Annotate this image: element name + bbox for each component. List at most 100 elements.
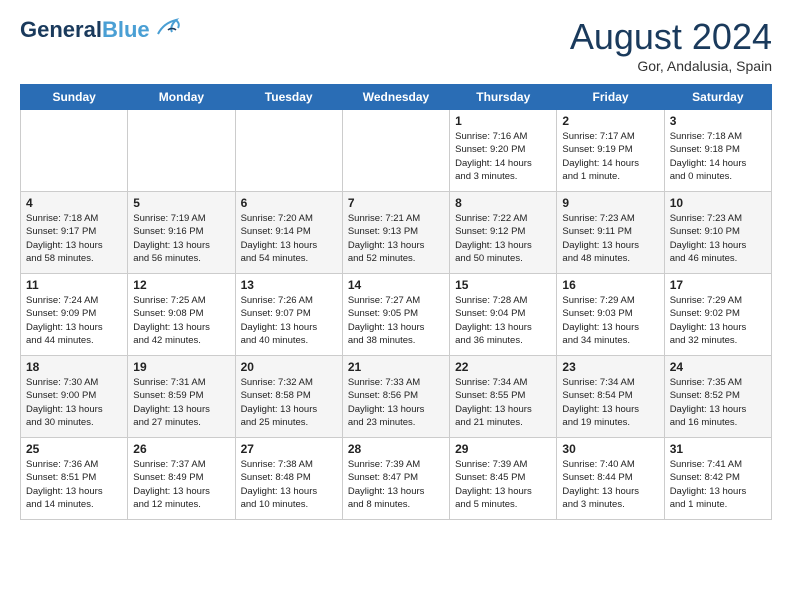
- day-info: Sunrise: 7:33 AM Sunset: 8:56 PM Dayligh…: [348, 376, 444, 429]
- day-number: 21: [348, 360, 444, 374]
- day-number: 30: [562, 442, 658, 456]
- table-row: 31Sunrise: 7:41 AM Sunset: 8:42 PM Dayli…: [664, 438, 771, 520]
- day-info: Sunrise: 7:29 AM Sunset: 9:03 PM Dayligh…: [562, 294, 658, 347]
- day-info: Sunrise: 7:34 AM Sunset: 8:55 PM Dayligh…: [455, 376, 551, 429]
- day-info: Sunrise: 7:21 AM Sunset: 9:13 PM Dayligh…: [348, 212, 444, 265]
- header: GeneralBlue August 2024 Gor, Andalusia, …: [20, 16, 772, 74]
- table-row: 24 Sunrise: 7:35 AM Sunset: 8:52 PM Dayli…: [664, 356, 771, 438]
- page: GeneralBlue August 2024 Gor, Andalusia, …: [0, 0, 792, 530]
- table-row: 1 Sunrise: 7:16 AM Sunset: 9:20 PM Daylig…: [450, 110, 557, 192]
- week-row-1: 1 Sunrise: 7:16 AM Sunset: 9:20 PM Daylig…: [21, 110, 772, 192]
- day-info: Sunrise: 7:38 AM Sunset: 8:48 PM Dayligh…: [241, 458, 337, 511]
- day-info: Sunrise: 7:39 AM Sunset: 8:47 PM Dayligh…: [348, 458, 444, 511]
- day-info: Sunrise: 7:23 AM Sunset: 9:10 PM Dayligh…: [670, 212, 766, 265]
- day-info: Sunrise: 7:37 AM Sunset: 8:49 PM Dayligh…: [133, 458, 229, 511]
- day-number: 17: [670, 278, 766, 292]
- table-row: 13 Sunrise: 7:26 AM Sunset: 9:07 PM Dayli…: [235, 274, 342, 356]
- day-info: Sunrise: 7:16 AM Sunset: 9:20 PM Dayligh…: [455, 130, 551, 183]
- logo-bird-icon: [154, 16, 182, 43]
- table-row: 6Sunrise: 7:20 AM Sunset: 9:14 PM Daylig…: [235, 192, 342, 274]
- col-sunday: Sunday: [21, 85, 128, 110]
- day-info: Sunrise: 7:40 AM Sunset: 8:44 PM Dayligh…: [562, 458, 658, 511]
- day-info: Sunrise: 7:28 AM Sunset: 9:04 PM Dayligh…: [455, 294, 551, 347]
- week-row-3: 11 Sunrise: 7:24 AM Sunset: 9:09 PM Dayli…: [21, 274, 772, 356]
- day-number: 15: [455, 278, 551, 292]
- table-row: 18 Sunrise: 7:30 AM Sunset: 9:00 PM Dayli…: [21, 356, 128, 438]
- table-row: [342, 110, 449, 192]
- table-row: 10 Sunrise: 7:23 AM Sunset: 9:10 PM Dayli…: [664, 192, 771, 274]
- day-info: Sunrise: 7:18 AM Sunset: 9:17 PM Dayligh…: [26, 212, 122, 265]
- header-row: Sunday Monday Tuesday Wednesday Thursday…: [21, 85, 772, 110]
- table-row: 11 Sunrise: 7:24 AM Sunset: 9:09 PM Dayli…: [21, 274, 128, 356]
- table-row: 16Sunrise: 7:29 AM Sunset: 9:03 PM Dayli…: [557, 274, 664, 356]
- day-number: 27: [241, 442, 337, 456]
- day-number: 8: [455, 196, 551, 210]
- day-number: 5: [133, 196, 229, 210]
- day-info: Sunrise: 7:20 AM Sunset: 9:14 PM Dayligh…: [241, 212, 337, 265]
- title-block: August 2024 Gor, Andalusia, Spain: [570, 16, 772, 74]
- table-row: 26 Sunrise: 7:37 AM Sunset: 8:49 PM Dayli…: [128, 438, 235, 520]
- week-row-4: 18 Sunrise: 7:30 AM Sunset: 9:00 PM Dayli…: [21, 356, 772, 438]
- table-row: 27 Sunrise: 7:38 AM Sunset: 8:48 PM Dayli…: [235, 438, 342, 520]
- day-number: 25: [26, 442, 122, 456]
- day-info: Sunrise: 7:32 AM Sunset: 8:58 PM Dayligh…: [241, 376, 337, 429]
- day-number: 22: [455, 360, 551, 374]
- day-number: 18: [26, 360, 122, 374]
- day-number: 26: [133, 442, 229, 456]
- table-row: [21, 110, 128, 192]
- day-info: Sunrise: 7:26 AM Sunset: 9:07 PM Dayligh…: [241, 294, 337, 347]
- day-number: 3: [670, 114, 766, 128]
- calendar-table: Sunday Monday Tuesday Wednesday Thursday…: [20, 84, 772, 520]
- col-wednesday: Wednesday: [342, 85, 449, 110]
- day-info: Sunrise: 7:23 AM Sunset: 9:11 PM Dayligh…: [562, 212, 658, 265]
- day-number: 12: [133, 278, 229, 292]
- week-row-5: 25 Sunrise: 7:36 AM Sunset: 8:51 PM Dayli…: [21, 438, 772, 520]
- table-row: 4 Sunrise: 7:18 AM Sunset: 9:17 PM Daylig…: [21, 192, 128, 274]
- month-year: August 2024: [570, 16, 772, 58]
- col-tuesday: Tuesday: [235, 85, 342, 110]
- day-info: Sunrise: 7:35 AM Sunset: 8:52 PM Dayligh…: [670, 376, 766, 429]
- col-thursday: Thursday: [450, 85, 557, 110]
- day-info: Sunrise: 7:41 AM Sunset: 8:42 PM Dayligh…: [670, 458, 766, 511]
- day-info: Sunrise: 7:36 AM Sunset: 8:51 PM Dayligh…: [26, 458, 122, 511]
- logo-general: GeneralBlue: [20, 17, 150, 43]
- table-row: 20Sunrise: 7:32 AM Sunset: 8:58 PM Dayli…: [235, 356, 342, 438]
- day-info: Sunrise: 7:24 AM Sunset: 9:09 PM Dayligh…: [26, 294, 122, 347]
- day-info: Sunrise: 7:22 AM Sunset: 9:12 PM Dayligh…: [455, 212, 551, 265]
- day-number: 11: [26, 278, 122, 292]
- day-number: 4: [26, 196, 122, 210]
- day-info: Sunrise: 7:39 AM Sunset: 8:45 PM Dayligh…: [455, 458, 551, 511]
- day-number: 24: [670, 360, 766, 374]
- table-row: 21 Sunrise: 7:33 AM Sunset: 8:56 PM Dayli…: [342, 356, 449, 438]
- table-row: 14 Sunrise: 7:27 AM Sunset: 9:05 PM Dayli…: [342, 274, 449, 356]
- day-number: 14: [348, 278, 444, 292]
- logo: GeneralBlue: [20, 16, 182, 43]
- day-number: 19: [133, 360, 229, 374]
- day-number: 10: [670, 196, 766, 210]
- table-row: 22 Sunrise: 7:34 AM Sunset: 8:55 PM Dayli…: [450, 356, 557, 438]
- day-info: Sunrise: 7:18 AM Sunset: 9:18 PM Dayligh…: [670, 130, 766, 183]
- table-row: 5 Sunrise: 7:19 AM Sunset: 9:16 PM Daylig…: [128, 192, 235, 274]
- day-number: 2: [562, 114, 658, 128]
- day-info: Sunrise: 7:27 AM Sunset: 9:05 PM Dayligh…: [348, 294, 444, 347]
- table-row: [235, 110, 342, 192]
- day-number: 9: [562, 196, 658, 210]
- day-number: 7: [348, 196, 444, 210]
- table-row: 25 Sunrise: 7:36 AM Sunset: 8:51 PM Dayli…: [21, 438, 128, 520]
- table-row: 2 Sunrise: 7:17 AM Sunset: 9:19 PM Daylig…: [557, 110, 664, 192]
- day-number: 28: [348, 442, 444, 456]
- table-row: 17 Sunrise: 7:29 AM Sunset: 9:02 PM Dayli…: [664, 274, 771, 356]
- day-number: 13: [241, 278, 337, 292]
- table-row: 30 Sunrise: 7:40 AM Sunset: 8:44 PM Dayli…: [557, 438, 664, 520]
- day-info: Sunrise: 7:29 AM Sunset: 9:02 PM Dayligh…: [670, 294, 766, 347]
- day-info: Sunrise: 7:30 AM Sunset: 9:00 PM Dayligh…: [26, 376, 122, 429]
- table-row: 29Sunrise: 7:39 AM Sunset: 8:45 PM Dayli…: [450, 438, 557, 520]
- day-number: 23: [562, 360, 658, 374]
- day-info: Sunrise: 7:17 AM Sunset: 9:19 PM Dayligh…: [562, 130, 658, 183]
- day-info: Sunrise: 7:19 AM Sunset: 9:16 PM Dayligh…: [133, 212, 229, 265]
- col-friday: Friday: [557, 85, 664, 110]
- location: Gor, Andalusia, Spain: [570, 58, 772, 74]
- day-number: 1: [455, 114, 551, 128]
- table-row: 15 Sunrise: 7:28 AM Sunset: 9:04 PM Dayli…: [450, 274, 557, 356]
- table-row: 23Sunrise: 7:34 AM Sunset: 8:54 PM Dayli…: [557, 356, 664, 438]
